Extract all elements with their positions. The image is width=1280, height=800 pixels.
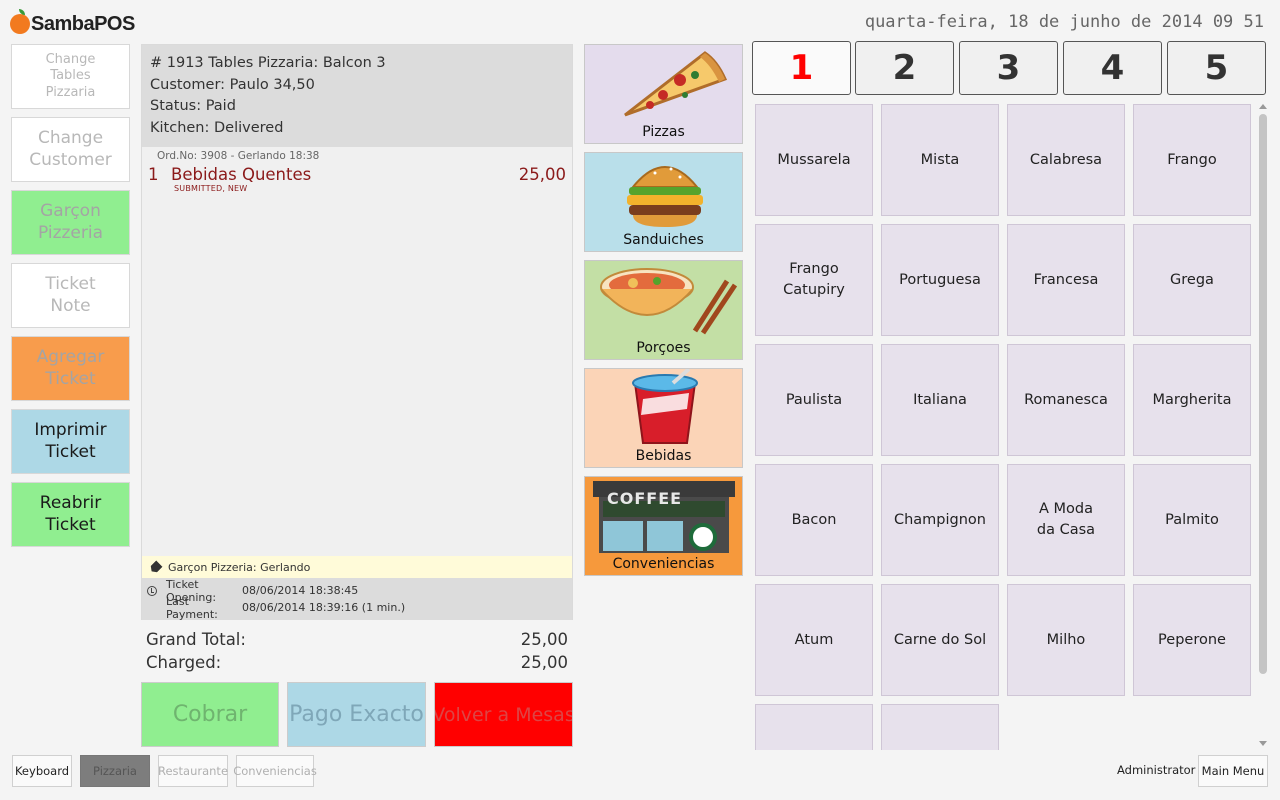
- menu-item[interactable]: Palmito: [1133, 464, 1251, 576]
- order-row[interactable]: 1 Bebidas Quentes 25,00 SUBMITTED, NEW: [142, 165, 572, 193]
- clock-icon: [147, 586, 157, 596]
- page-tab-1[interactable]: 1: [752, 41, 851, 95]
- category-label: Conveniencias: [612, 556, 715, 572]
- category-label: Pizzas: [642, 124, 685, 140]
- category-pizzas[interactable]: Pizzas: [584, 44, 743, 144]
- category-sanduiches[interactable]: Sanduiches: [584, 152, 743, 252]
- coffee-sign: COFFEE: [607, 489, 683, 508]
- menu-item[interactable]: Bacon: [755, 464, 873, 576]
- imprimir-ticket-button[interactable]: Imprimir Ticket: [11, 409, 130, 474]
- ticket-tag-bar: Garçon Pizzeria: Gerlando: [142, 556, 572, 578]
- charged-value: 25,00: [520, 653, 568, 672]
- menu-items-grid: Mussarela Mista Calabresa Frango Frango …: [753, 100, 1253, 750]
- last-payment-label: Last Payment:: [166, 594, 218, 621]
- category-porcoes[interactable]: Porçoes: [584, 260, 743, 360]
- menu-item[interactable]: Milho: [1007, 584, 1125, 696]
- category-label: Sanduiches: [623, 232, 704, 248]
- category-bebidas[interactable]: Bebidas: [584, 368, 743, 468]
- menu-item[interactable]: Calabresa: [1007, 104, 1125, 216]
- menu-item[interactable]: [755, 704, 873, 750]
- page-tab-5[interactable]: 5: [1167, 41, 1266, 95]
- menu-item[interactable]: Francesa: [1007, 224, 1125, 336]
- apple-logo-icon: [10, 9, 30, 34]
- main-menu-button[interactable]: Main Menu: [1198, 755, 1268, 787]
- order-meta: Ord.No: 3908 - Gerlando 18:38: [157, 150, 320, 162]
- pago-exacto-button[interactable]: Pago Exacto: [287, 682, 426, 747]
- noodle-bowl-icon: [600, 268, 738, 335]
- ticket-opening-value: 08/06/2014 18:38:45: [242, 584, 359, 597]
- ticket-number-line: # 1913 Tables Pizzaria: Balcon 3: [150, 55, 386, 71]
- scroll-up-arrow-icon[interactable]: [1259, 104, 1267, 109]
- order-name: Bebidas Quentes: [171, 165, 312, 184]
- menu-item[interactable]: Frango Catupiry: [755, 224, 873, 336]
- ticket-tag-text: Garçon Pizzeria: Gerlando: [168, 560, 311, 574]
- change-customer-button[interactable]: Change Customer: [11, 117, 130, 182]
- pizza-icon: [624, 51, 728, 117]
- menu-item[interactable]: Champignon: [881, 464, 999, 576]
- ticket-totals: Grand Total: 25,00 Charged: 25,00: [146, 628, 568, 674]
- reabrir-ticket-button[interactable]: Reabrir Ticket: [11, 482, 130, 547]
- menu-item[interactable]: Paulista: [755, 344, 873, 456]
- category-conveniencias[interactable]: COFFEE Conveniencias: [584, 476, 743, 576]
- sambapos-logo: SambaPOS: [10, 9, 135, 38]
- menu-item[interactable]: Frango: [1133, 104, 1251, 216]
- datetime-display: quarta-feira, 18 de junho de 2014 09 51: [864, 12, 1264, 32]
- menu-item[interactable]: Mista: [881, 104, 999, 216]
- menu-item[interactable]: Italiana: [881, 344, 999, 456]
- menu-item[interactable]: Peperone: [1133, 584, 1251, 696]
- menu-item[interactable]: Margherita: [1133, 344, 1251, 456]
- scroll-thumb[interactable]: [1259, 114, 1267, 674]
- ticket-status-line: Status: Paid: [150, 98, 236, 114]
- garcon-pizzeria-button[interactable]: Garçon Pizzeria: [11, 190, 130, 255]
- page-tab-3[interactable]: 3: [959, 41, 1058, 95]
- ticket-times: Ticket Opening: 08/06/2014 18:38:45 Last…: [142, 578, 572, 621]
- category-label: Bebidas: [635, 448, 692, 464]
- volver-a-mesas-button[interactable]: Volver a Mesas: [434, 682, 573, 747]
- last-payment-value: 08/06/2014 18:39:16 (1 min.): [242, 601, 406, 614]
- menu-item[interactable]: Atum: [755, 584, 873, 696]
- menu-item[interactable]: A Moda da Casa: [1007, 464, 1125, 576]
- change-tables-button[interactable]: Change Tables Pizzaria: [11, 44, 130, 109]
- menu-item[interactable]: Romanesca: [1007, 344, 1125, 456]
- agregar-ticket-button[interactable]: Agregar Ticket: [11, 336, 130, 401]
- department-restaurante-button[interactable]: Restaurante: [158, 755, 228, 787]
- menu-item[interactable]: [881, 704, 999, 750]
- burger-icon: [627, 166, 703, 227]
- ticket-kitchen-line: Kitchen: Delivered: [150, 119, 284, 136]
- page-tab-2[interactable]: 2: [855, 41, 954, 95]
- ticket-header: # 1913 Tables Pizzaria: Balcon 3 Custome…: [142, 45, 572, 147]
- keyboard-button[interactable]: Keyboard: [12, 755, 72, 787]
- soda-cup-icon: [632, 369, 698, 444]
- logged-user: Administrator: [1117, 763, 1196, 777]
- menu-item[interactable]: Portuguesa: [881, 224, 999, 336]
- cobrar-button[interactable]: Cobrar: [141, 682, 279, 747]
- order-qty: 1: [148, 165, 159, 184]
- grand-total-value: 25,00: [520, 630, 568, 649]
- department-pizzaria-button[interactable]: Pizzaria: [80, 755, 150, 787]
- ticket-customer-line: Customer: Paulo 34,50: [150, 76, 315, 93]
- grand-total-label: Grand Total:: [146, 630, 246, 649]
- order-state: SUBMITTED, NEW: [174, 184, 248, 193]
- ticket-note-button[interactable]: Ticket Note: [11, 263, 130, 328]
- menu-item[interactable]: Carne do Sol: [881, 584, 999, 696]
- logo-text: SambaPOS: [31, 12, 135, 35]
- scroll-down-arrow-icon[interactable]: [1259, 741, 1267, 746]
- menu-item[interactable]: Mussarela: [755, 104, 873, 216]
- ticket-panel: # 1913 Tables Pizzaria: Balcon 3 Custome…: [141, 44, 573, 621]
- page-tab-4[interactable]: 4: [1063, 41, 1162, 95]
- charged-label: Charged:: [146, 653, 222, 672]
- department-conveniencias-button[interactable]: Conveniencias: [233, 755, 317, 787]
- menu-item[interactable]: Grega: [1133, 224, 1251, 336]
- menu-scrollbar[interactable]: [1256, 100, 1270, 750]
- tag-icon: [148, 560, 162, 574]
- category-label: Porçoes: [636, 340, 691, 356]
- order-price: 25,00: [518, 165, 566, 184]
